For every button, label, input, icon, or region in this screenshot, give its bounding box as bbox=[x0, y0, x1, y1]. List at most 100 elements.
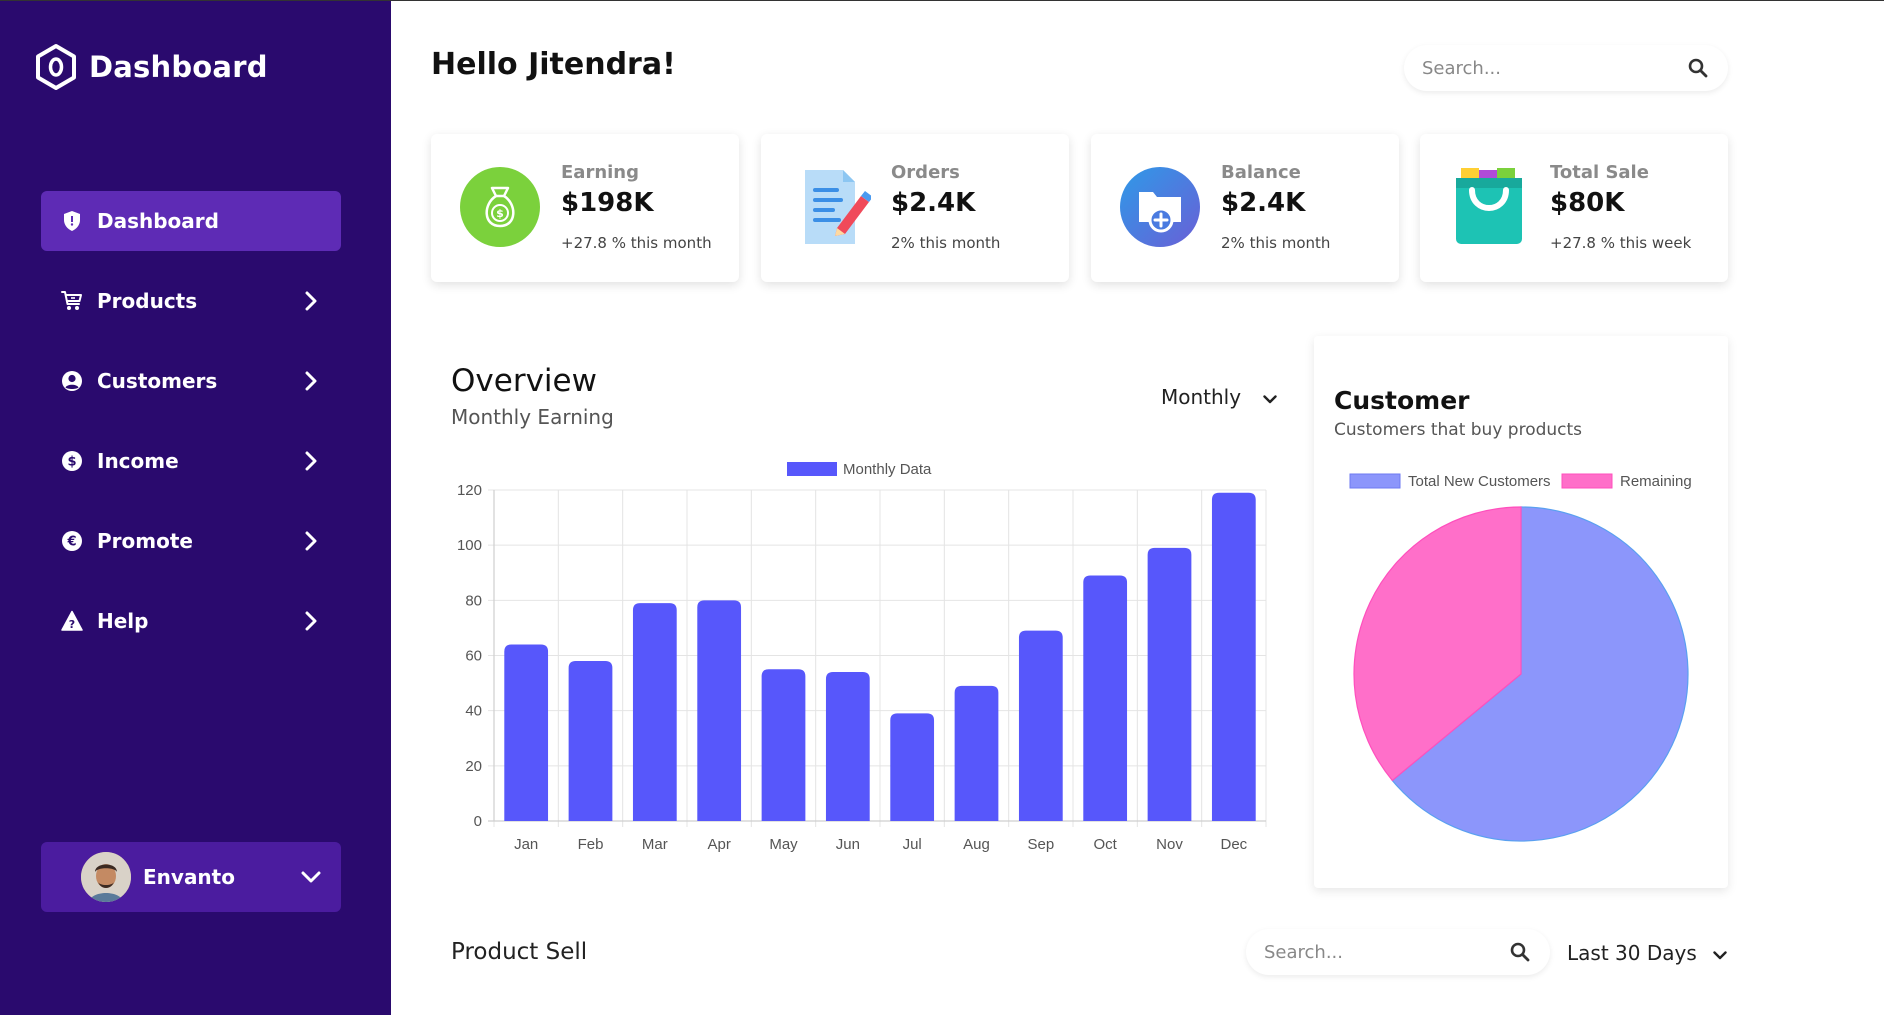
sidebar-item-customers[interactable]: Customers bbox=[41, 351, 341, 411]
stat-card-orders: Orders $2.4K 2% this month bbox=[761, 134, 1069, 282]
chevron-right-icon bbox=[301, 371, 321, 391]
page-title: Hello Jitendra! bbox=[431, 47, 676, 82]
sidebar-item-label: Customers bbox=[97, 369, 218, 393]
chevron-right-icon bbox=[301, 451, 321, 471]
sidebar: Dashboard Dashboard Products Customers $… bbox=[0, 1, 391, 1015]
bar bbox=[1147, 547, 1192, 821]
bar bbox=[1083, 575, 1128, 821]
stat-card-balance: Balance $2.4K 2% this month bbox=[1091, 134, 1399, 282]
x-tick-label: Feb bbox=[578, 836, 604, 853]
avatar bbox=[81, 852, 131, 902]
sidebar-item-promote[interactable]: € Promote bbox=[41, 511, 341, 571]
sidebar-item-help[interactable]: ? Help bbox=[41, 591, 341, 651]
warning-icon: ? bbox=[61, 610, 83, 632]
period-select[interactable]: Monthly bbox=[1161, 385, 1277, 409]
chevron-down-icon bbox=[301, 868, 321, 887]
euro-circle-icon: € bbox=[61, 530, 83, 552]
y-tick-label: 80 bbox=[465, 592, 482, 609]
sidebar-item-products[interactable]: Products bbox=[41, 271, 341, 331]
sidebar-item-dashboard[interactable]: Dashboard bbox=[41, 191, 341, 251]
period-select-value: Monthly bbox=[1161, 385, 1242, 409]
bar bbox=[825, 672, 870, 821]
brand[interactable]: Dashboard bbox=[33, 43, 268, 91]
x-tick-label: Sep bbox=[1027, 836, 1054, 853]
chevron-down-icon bbox=[1713, 941, 1727, 965]
x-tick-label: Apr bbox=[707, 836, 730, 853]
chevron-right-icon bbox=[301, 531, 321, 551]
document-pencil-icon bbox=[789, 166, 873, 248]
card-value: $2.4K bbox=[1221, 188, 1306, 218]
y-tick-label: 60 bbox=[465, 648, 482, 665]
legend-swatch bbox=[787, 462, 837, 476]
search-input[interactable] bbox=[1422, 57, 1686, 79]
user-menu[interactable]: Envanto bbox=[41, 842, 341, 912]
card-label: Orders bbox=[891, 162, 960, 183]
sidebar-item-label: Dashboard bbox=[97, 209, 219, 233]
y-tick-label: 0 bbox=[474, 813, 482, 830]
x-tick-label: Jul bbox=[903, 836, 922, 853]
x-tick-label: Aug bbox=[963, 836, 990, 853]
top-search-box bbox=[1404, 45, 1728, 91]
product-search-input[interactable] bbox=[1264, 941, 1508, 963]
user-name: Envanto bbox=[143, 865, 235, 889]
x-tick-label: Dec bbox=[1220, 836, 1247, 853]
bar bbox=[761, 669, 806, 821]
sidebar-item-label: Help bbox=[97, 609, 149, 633]
sidebar-item-income[interactable]: $ Income bbox=[41, 431, 341, 491]
x-tick-label: Oct bbox=[1093, 836, 1117, 853]
bar bbox=[890, 713, 935, 821]
customer-panel: Customer Customers that buy products Tot… bbox=[1314, 336, 1728, 888]
stat-card-earning: $ Earning $198K +27.8 % this month bbox=[431, 134, 739, 282]
range-select-value: Last 30 Days bbox=[1567, 941, 1697, 965]
search-icon[interactable] bbox=[1686, 56, 1710, 80]
card-value: $80K bbox=[1550, 188, 1625, 218]
y-tick-label: 100 bbox=[457, 537, 482, 554]
chart-legend: Monthly Data bbox=[787, 461, 932, 478]
x-tick-label: May bbox=[769, 836, 798, 853]
hexagon-logo-icon bbox=[33, 43, 79, 91]
bar bbox=[954, 685, 999, 821]
bar bbox=[1018, 630, 1063, 821]
sidebar-item-label: Products bbox=[97, 289, 198, 313]
legend-swatch bbox=[1561, 473, 1613, 489]
user-circle-icon bbox=[61, 370, 83, 392]
brand-title: Dashboard bbox=[89, 50, 268, 84]
card-subtext: 2% this month bbox=[1221, 234, 1331, 252]
y-tick-label: 120 bbox=[457, 482, 482, 499]
folder-plus-icon bbox=[1119, 166, 1201, 248]
product-search-box bbox=[1246, 929, 1550, 975]
product-sell-title: Product Sell bbox=[451, 939, 588, 965]
card-label: Earning bbox=[561, 162, 640, 183]
overview-bar-chart: Monthly Data 0 20 40 60 80 100 120 Jan Feb Mar Apr M… bbox=[457, 461, 1267, 853]
svg-text:?: ? bbox=[69, 618, 75, 631]
card-label: Balance bbox=[1221, 162, 1301, 183]
dollar-circle-icon: $ bbox=[61, 450, 83, 472]
card-value: $198K bbox=[561, 188, 654, 218]
card-value: $2.4K bbox=[891, 188, 976, 218]
bar bbox=[697, 600, 742, 821]
search-icon[interactable] bbox=[1508, 940, 1532, 964]
sidebar-item-label: Promote bbox=[97, 529, 193, 553]
y-tick-label: 40 bbox=[465, 703, 482, 720]
range-select[interactable]: Last 30 Days bbox=[1567, 941, 1727, 965]
shield-icon bbox=[61, 210, 83, 232]
y-tick-label: 20 bbox=[465, 758, 482, 775]
chevron-right-icon bbox=[301, 291, 321, 311]
card-subtext: +27.8 % this week bbox=[1550, 234, 1692, 252]
legend-label: Total New Customers bbox=[1408, 473, 1551, 490]
customer-subtitle: Customers that buy products bbox=[1334, 420, 1583, 440]
sidebar-nav: Dashboard Products Customers $ Income € … bbox=[41, 191, 341, 671]
overview-subtitle: Monthly Earning bbox=[451, 405, 614, 429]
card-subtext: +27.8 % this month bbox=[561, 234, 712, 252]
legend-label: Monthly Data bbox=[843, 461, 932, 478]
customer-title: Customer bbox=[1334, 386, 1470, 415]
chevron-right-icon bbox=[301, 611, 321, 631]
bar bbox=[632, 603, 677, 821]
legend-label: Remaining bbox=[1620, 473, 1692, 490]
x-tick-label: Jan bbox=[514, 836, 538, 853]
stat-card-total-sale: Total Sale $80K +27.8 % this week bbox=[1420, 134, 1728, 282]
bar bbox=[568, 661, 613, 821]
legend-swatch bbox=[1349, 473, 1401, 489]
chevron-down-icon bbox=[1263, 385, 1277, 409]
pie-legend: Total New Customers Remaining bbox=[1349, 473, 1692, 490]
